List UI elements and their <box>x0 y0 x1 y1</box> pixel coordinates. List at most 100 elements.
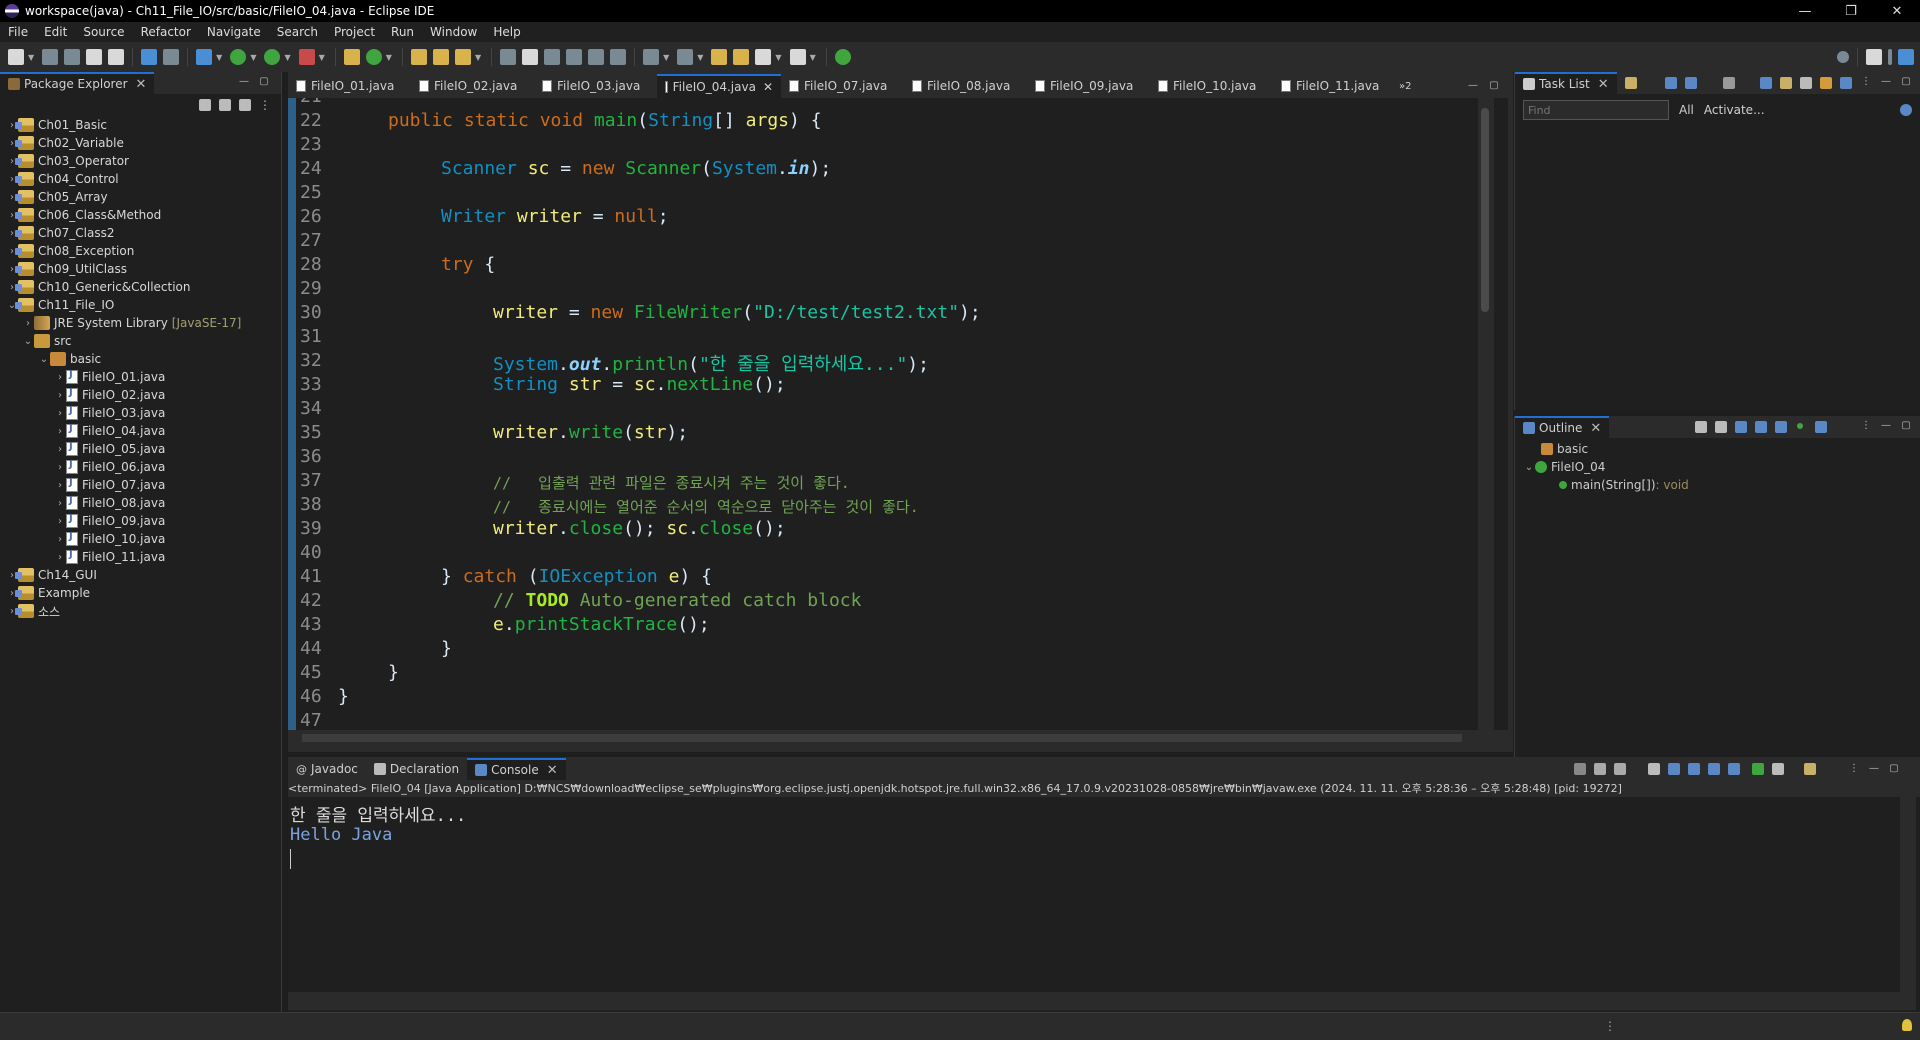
menu-project[interactable]: Project <box>326 25 383 39</box>
scheduled-icon[interactable] <box>1685 77 1697 89</box>
chevron-down-icon[interactable]: ▼ <box>775 53 781 62</box>
editor-tab[interactable]: FileIO_02.java <box>411 74 534 98</box>
restore-button[interactable]: ❐ <box>1828 0 1874 22</box>
outline-item-class[interactable]: ⌄ FileIO_04 <box>1515 458 1920 476</box>
menu-search[interactable]: Search <box>269 25 326 39</box>
tree-item-file[interactable]: › FileIO_09.java <box>0 512 281 530</box>
console-vertical-scrollbar[interactable] <box>1900 797 1916 992</box>
all-filter-link[interactable]: All <box>1679 103 1694 117</box>
hide-local-types-icon[interactable] <box>1797 423 1803 429</box>
console-horizontal-scrollbar[interactable] <box>288 992 1916 1010</box>
chevron-right-icon[interactable]: › <box>54 534 66 545</box>
edit-icon[interactable] <box>522 49 539 65</box>
chevron-right-icon[interactable]: › <box>54 390 66 401</box>
display-console-icon[interactable] <box>1772 763 1784 775</box>
chevron-right-icon[interactable]: › <box>54 498 66 509</box>
close-icon[interactable]: ✕ <box>136 77 147 92</box>
editor-tab[interactable]: FileIO_10.java <box>1150 74 1273 98</box>
chevron-right-icon[interactable]: › <box>22 318 34 329</box>
remove-launch-icon[interactable] <box>1594 763 1606 775</box>
view-menu-icon[interactable]: ⋮ <box>1860 420 1872 432</box>
view-menu-icon[interactable]: ⋮ <box>1860 76 1872 88</box>
chevron-right-icon[interactable]: › <box>54 480 66 491</box>
scrollbar-thumb[interactable] <box>302 734 1462 742</box>
tree-item-project[interactable]: › 소스 <box>0 602 281 620</box>
chevron-down-icon[interactable]: ▼ <box>386 53 392 62</box>
refresh-icon[interactable] <box>1820 77 1832 89</box>
maximize-view-icon[interactable]: ▢ <box>1900 420 1912 432</box>
menu-run[interactable]: Run <box>383 25 422 39</box>
forward-arrow-icon[interactable] <box>789 49 806 65</box>
tab-outline[interactable]: Outline ✕ <box>1515 416 1610 438</box>
chevron-down-icon[interactable]: ▼ <box>663 53 669 62</box>
new-task-icon[interactable] <box>1625 77 1637 89</box>
external-tools-icon[interactable] <box>298 49 315 65</box>
tree-item-project[interactable]: ⌄ Ch11_File_IO <box>0 296 281 314</box>
hide-non-public-icon[interactable] <box>1775 421 1787 433</box>
open-task-icon[interactable] <box>432 49 449 65</box>
last-edit-icon[interactable] <box>711 49 728 65</box>
chevron-down-icon[interactable]: ⌄ <box>38 354 50 365</box>
menu-refactor[interactable]: Refactor <box>133 25 199 39</box>
show-on-output-icon[interactable] <box>1708 763 1720 775</box>
menu-source[interactable]: Source <box>75 25 132 39</box>
chevron-down-icon[interactable]: ▼ <box>28 53 34 62</box>
chevron-down-icon[interactable]: ▼ <box>250 53 256 62</box>
minimize-view-icon[interactable]: — <box>1467 80 1479 92</box>
code-editor[interactable]: 21 22 23 24 25 26 27 28 29 30 31 32 33 3… <box>288 98 1478 730</box>
collapse-all-icon[interactable] <box>1800 77 1812 89</box>
chevron-down-icon[interactable]: ▼ <box>216 53 222 62</box>
undo-icon[interactable] <box>86 49 103 65</box>
pin-console-icon[interactable] <box>1752 763 1764 775</box>
hide-completed-icon[interactable] <box>1723 77 1735 89</box>
editor-vertical-scrollbar[interactable] <box>1478 98 1492 730</box>
tree-item-file[interactable]: › FileIO_04.java <box>0 422 281 440</box>
menu-window[interactable]: Window <box>422 25 485 39</box>
save-all-icon[interactable] <box>64 49 81 65</box>
word-wrap-icon[interactable] <box>566 49 583 65</box>
hide-static-icon[interactable] <box>1755 421 1767 433</box>
tree-item-project[interactable]: › Ch05_Array <box>0 188 281 206</box>
maximize-view-icon[interactable]: ▢ <box>1900 76 1912 88</box>
chevron-right-icon[interactable]: › <box>54 516 66 527</box>
overview-ruler[interactable] <box>1494 98 1508 730</box>
show-on-error-icon[interactable] <box>1728 763 1740 775</box>
tree-item-project[interactable]: › Ch03_Operator <box>0 152 281 170</box>
outline-item-package[interactable]: basic <box>1515 440 1920 458</box>
pin-editor-icon[interactable] <box>834 49 851 65</box>
close-icon[interactable]: ✕ <box>1590 421 1601 436</box>
tree-item-project[interactable]: › Ch01_Basic <box>0 116 281 134</box>
search-icon[interactable] <box>1837 51 1849 63</box>
activate-link[interactable]: Activate... <box>1704 103 1765 117</box>
remove-all-icon[interactable] <box>1614 763 1626 775</box>
chevron-down-icon[interactable]: ⌄ <box>1523 462 1535 473</box>
help-icon[interactable] <box>1900 104 1912 116</box>
link-editor-icon[interactable] <box>1815 421 1827 433</box>
tree-item-project[interactable]: › Ch07_Class2 <box>0 224 281 242</box>
tree-item-file[interactable]: › FileIO_03.java <box>0 404 281 422</box>
tree-item-project[interactable]: › Ch06_Class&Method <box>0 206 281 224</box>
java-perspective-icon[interactable] <box>1898 49 1914 65</box>
menu-edit[interactable]: Edit <box>36 25 75 39</box>
forward-edit-icon[interactable] <box>733 49 750 65</box>
close-icon[interactable]: ✕ <box>547 763 558 778</box>
back-arrow-icon[interactable] <box>755 49 772 65</box>
new-java-project-icon[interactable] <box>343 49 360 65</box>
show-whitespace-icon[interactable] <box>588 49 605 65</box>
menu-help[interactable]: Help <box>485 25 528 39</box>
terminate-icon[interactable] <box>1574 763 1586 775</box>
tree-item-project[interactable]: › Ch10_Generic&Collection <box>0 278 281 296</box>
scroll-lock-icon[interactable] <box>1668 763 1680 775</box>
chevron-right-icon[interactable]: › <box>54 444 66 455</box>
tree-item-file[interactable]: › FileIO_07.java <box>0 476 281 494</box>
tree-item-project[interactable]: › Ch14_GUI <box>0 566 281 584</box>
close-icon[interactable]: ✕ <box>763 80 773 94</box>
close-button[interactable]: ✕ <box>1874 0 1920 22</box>
tree-item-project[interactable]: › Ch08_Exception <box>0 242 281 260</box>
terminal-icon[interactable] <box>141 49 158 65</box>
debug-icon[interactable] <box>196 49 213 65</box>
tree-item-src[interactable]: ⌄ src <box>0 332 281 350</box>
chevron-right-icon[interactable]: › <box>54 372 66 383</box>
status-grip-icon[interactable]: ⋮ <box>1604 1019 1616 1033</box>
hide-fields-icon[interactable] <box>1735 421 1747 433</box>
